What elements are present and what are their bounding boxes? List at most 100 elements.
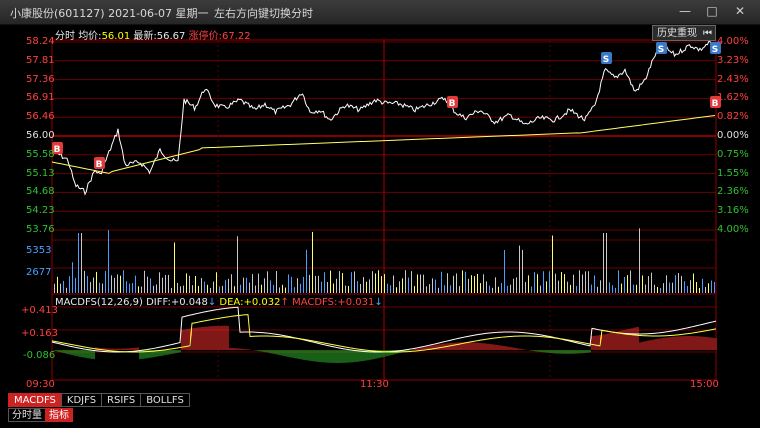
volume-bar [528, 275, 529, 293]
svg-text:B: B [96, 160, 103, 170]
svg-text:S: S [603, 55, 609, 65]
volume-bar [93, 277, 94, 293]
percent-axis-label: 0.75% [717, 148, 749, 160]
volume-bar [132, 283, 133, 293]
volume-bar [396, 287, 397, 293]
tab-rsifs[interactable]: RSIFS [101, 393, 142, 407]
price-axis-label: 56.91 [26, 92, 55, 104]
volume-bar [513, 278, 514, 293]
volume-bar [213, 281, 214, 293]
volume-bar [591, 284, 592, 293]
volume-bar [324, 272, 325, 293]
volume-bar [141, 286, 142, 293]
volume-bar [516, 277, 517, 293]
volume-bar [393, 275, 394, 293]
volume-bar [663, 283, 664, 293]
volume-bar [105, 270, 106, 293]
volume-bar [288, 274, 289, 293]
volume-bar [99, 282, 100, 293]
volume-bar [561, 272, 562, 293]
volume-bar [657, 286, 658, 293]
tab-indicator[interactable]: 指标 [45, 408, 73, 422]
volume-bar [612, 285, 613, 293]
volume-bar [348, 285, 349, 293]
volume-bar [534, 272, 535, 293]
volume-bar [219, 286, 220, 293]
volume-bar [165, 275, 166, 293]
volume-bar [309, 274, 310, 293]
volume-bar [411, 271, 412, 293]
volume-bar [228, 278, 229, 293]
volume-bar [660, 287, 661, 293]
volume-bar [279, 287, 280, 293]
volume-bar [465, 271, 466, 293]
chart-canvas[interactable]: BBB BSS S [0, 0, 760, 428]
volume-bar [375, 273, 376, 293]
volume-bar [486, 281, 487, 293]
volume-bar [639, 228, 640, 293]
volume-bar [483, 274, 484, 293]
price-axis-label: 55.13 [26, 167, 55, 179]
volume-bar [462, 270, 463, 293]
volume-bar [282, 284, 283, 293]
volume-bar [156, 284, 157, 293]
limit-value: 67.22 [221, 31, 251, 42]
tab-bollfs[interactable]: BOLLFS [140, 393, 190, 407]
volume-bar [633, 284, 634, 293]
dea-value: +0.032 [243, 297, 281, 308]
skip-back-icon[interactable]: ⏮ [703, 26, 712, 42]
volume-bar [654, 284, 655, 293]
volume-bar [87, 276, 88, 293]
volume-bar [699, 287, 700, 293]
history-replay-button[interactable]: 历史重现 ⏮ [652, 25, 716, 41]
percent-axis-label: 0.00% [717, 130, 749, 141]
dea-label: DEA: [219, 297, 244, 308]
time-label-midday: 11:30 [360, 379, 389, 390]
volume-bar [147, 276, 148, 293]
price-axis-label: 57.36 [26, 73, 55, 85]
chart-window: 小康股份(601127) 2021-06-07 星期一 左右方向键切换分时 — … [0, 0, 760, 428]
volume-bar [63, 280, 64, 293]
volume-bar [426, 286, 427, 293]
volume-bar [387, 283, 388, 293]
volume-bar [600, 280, 601, 293]
volume-bar [372, 271, 373, 293]
volume-bar [675, 275, 676, 293]
volume-bar [501, 282, 502, 293]
volume-bar [378, 270, 379, 293]
volume-bar [519, 245, 520, 293]
tab-macdfs[interactable]: MACDFS [8, 393, 62, 407]
volume-bar [603, 233, 604, 293]
volume-bar [522, 249, 523, 293]
volume-bar [195, 275, 196, 293]
volume-bar [135, 275, 136, 293]
volume-bar [210, 287, 211, 293]
volume-bar [255, 285, 256, 293]
volume-bar [144, 270, 145, 293]
volume-bar [72, 262, 73, 293]
volume-bar [582, 274, 583, 293]
volume-bar [171, 287, 172, 293]
volume-bar [249, 282, 250, 293]
tab-volume[interactable]: 分时量 [8, 408, 46, 422]
volume-bar [708, 283, 709, 293]
volume-bar [495, 277, 496, 293]
volume-bar [681, 275, 682, 293]
volume-bar [504, 250, 505, 293]
pane-tabs: 分时量 指标 [8, 408, 73, 422]
volume-bar [606, 233, 607, 293]
volume-bar [438, 287, 439, 293]
volume-bar [207, 284, 208, 293]
volume-bar [684, 281, 685, 293]
tab-kdjfs[interactable]: KDJFS [60, 393, 103, 407]
volume-bar [57, 276, 58, 293]
macdfs-label: MACDFS: [292, 297, 338, 308]
volume-bar [489, 285, 490, 293]
volume-bar [84, 270, 85, 293]
volume-bar [111, 275, 112, 293]
volume-bar [480, 283, 481, 293]
sell-marker: S [656, 42, 667, 55]
volume-bar [315, 275, 316, 293]
volume-bar [546, 281, 547, 293]
volume-bar [540, 285, 541, 293]
